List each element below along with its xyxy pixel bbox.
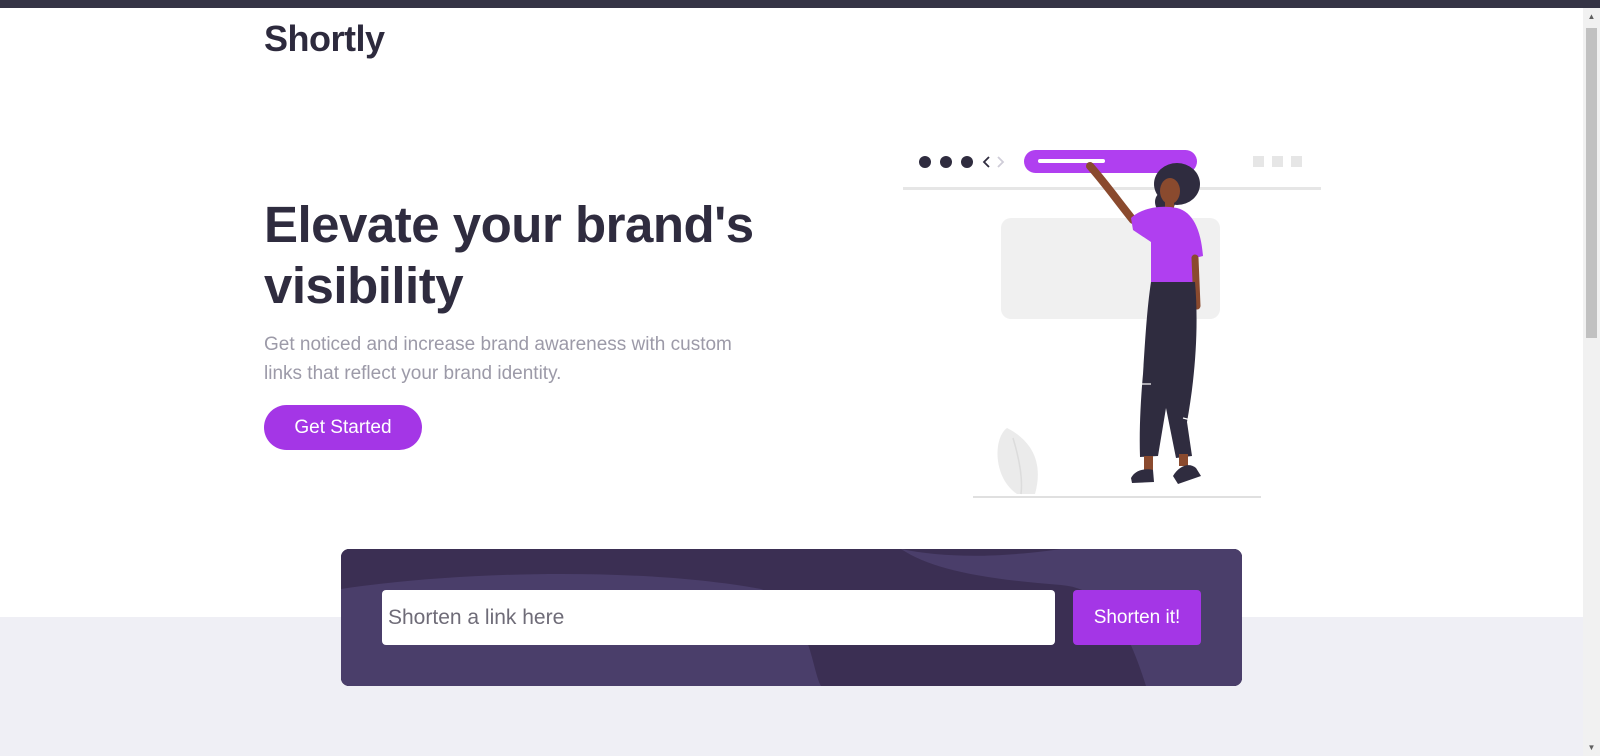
shorten-button[interactable]: Shorten it! xyxy=(1073,590,1201,645)
scroll-down-arrow-icon[interactable]: ▼ xyxy=(1583,739,1600,756)
window-control-icon xyxy=(1272,156,1283,167)
window-control-icon xyxy=(1291,156,1302,167)
shorten-panel: Shorten it! xyxy=(341,549,1242,686)
browser-dot-icon xyxy=(940,156,952,168)
woman-browser-illustration xyxy=(903,150,1321,498)
forward-arrow-icon xyxy=(997,156,1005,168)
vertical-scrollbar[interactable]: ▲ ▼ xyxy=(1583,8,1600,756)
get-started-button[interactable]: Get Started xyxy=(264,405,422,450)
hero-headline: Elevate your brand's visibility xyxy=(264,196,754,314)
back-arrow-icon xyxy=(982,156,990,168)
hero-subtext: Get noticed and increase brand awareness… xyxy=(264,334,732,384)
scroll-up-arrow-icon[interactable]: ▲ xyxy=(1583,8,1600,25)
link-input[interactable] xyxy=(382,590,1055,645)
browser-dot-icon xyxy=(919,156,931,168)
browser-top-bar xyxy=(0,0,1600,8)
scrollbar-thumb[interactable] xyxy=(1586,28,1597,338)
window-control-icon xyxy=(1253,156,1264,167)
plant-icon xyxy=(997,428,1038,494)
browser-dot-icon xyxy=(961,156,973,168)
logo[interactable]: Shortly xyxy=(264,18,385,60)
page: Shortly Elevate your brand's visibility … xyxy=(0,8,1583,756)
